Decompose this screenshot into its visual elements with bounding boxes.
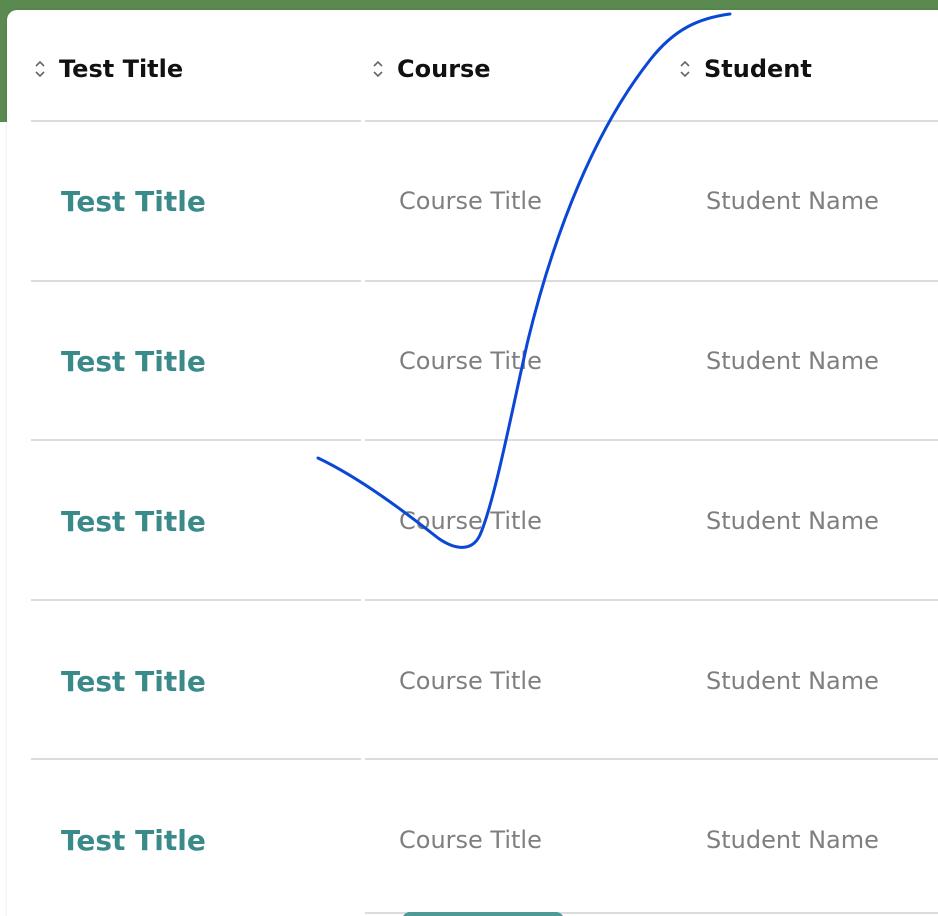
course-cell: Course Title	[399, 347, 542, 375]
row-divider	[31, 120, 361, 122]
course-cell: Course Title	[399, 507, 542, 535]
course-cell: Course Title	[399, 826, 542, 854]
row-divider	[31, 758, 361, 760]
results-panel	[7, 10, 938, 916]
test-title-link[interactable]: Test Title	[61, 666, 206, 698]
course-cell: Course Title	[399, 667, 542, 695]
column-header-test-title[interactable]: Test Title	[33, 54, 183, 84]
column-header-student[interactable]: Student	[678, 54, 812, 84]
row-divider	[365, 439, 938, 441]
row-divider	[365, 280, 938, 282]
student-cell: Student Name	[706, 347, 879, 375]
student-cell: Student Name	[706, 187, 879, 215]
sort-updown-icon	[33, 58, 47, 80]
row-divider	[31, 280, 361, 282]
row-divider	[31, 439, 361, 441]
student-cell: Student Name	[706, 826, 879, 854]
test-title-link[interactable]: Test Title	[61, 346, 206, 378]
test-title-link[interactable]: Test Title	[61, 825, 206, 857]
row-divider	[365, 758, 938, 760]
column-header-label: Student	[704, 55, 812, 83]
student-cell: Student Name	[706, 667, 879, 695]
row-divider	[365, 599, 938, 601]
column-header-label: Course	[397, 55, 491, 83]
pagination-button[interactable]	[402, 912, 564, 916]
column-header-label: Test Title	[59, 55, 184, 83]
student-cell: Student Name	[706, 507, 879, 535]
sort-updown-icon	[678, 58, 692, 80]
test-title-link[interactable]: Test Title	[61, 506, 206, 538]
column-header-course[interactable]: Course	[371, 54, 491, 84]
test-title-link[interactable]: Test Title	[61, 186, 206, 218]
row-divider	[31, 599, 361, 601]
course-cell: Course Title	[399, 187, 542, 215]
sort-updown-icon	[371, 58, 385, 80]
row-divider	[365, 120, 938, 122]
